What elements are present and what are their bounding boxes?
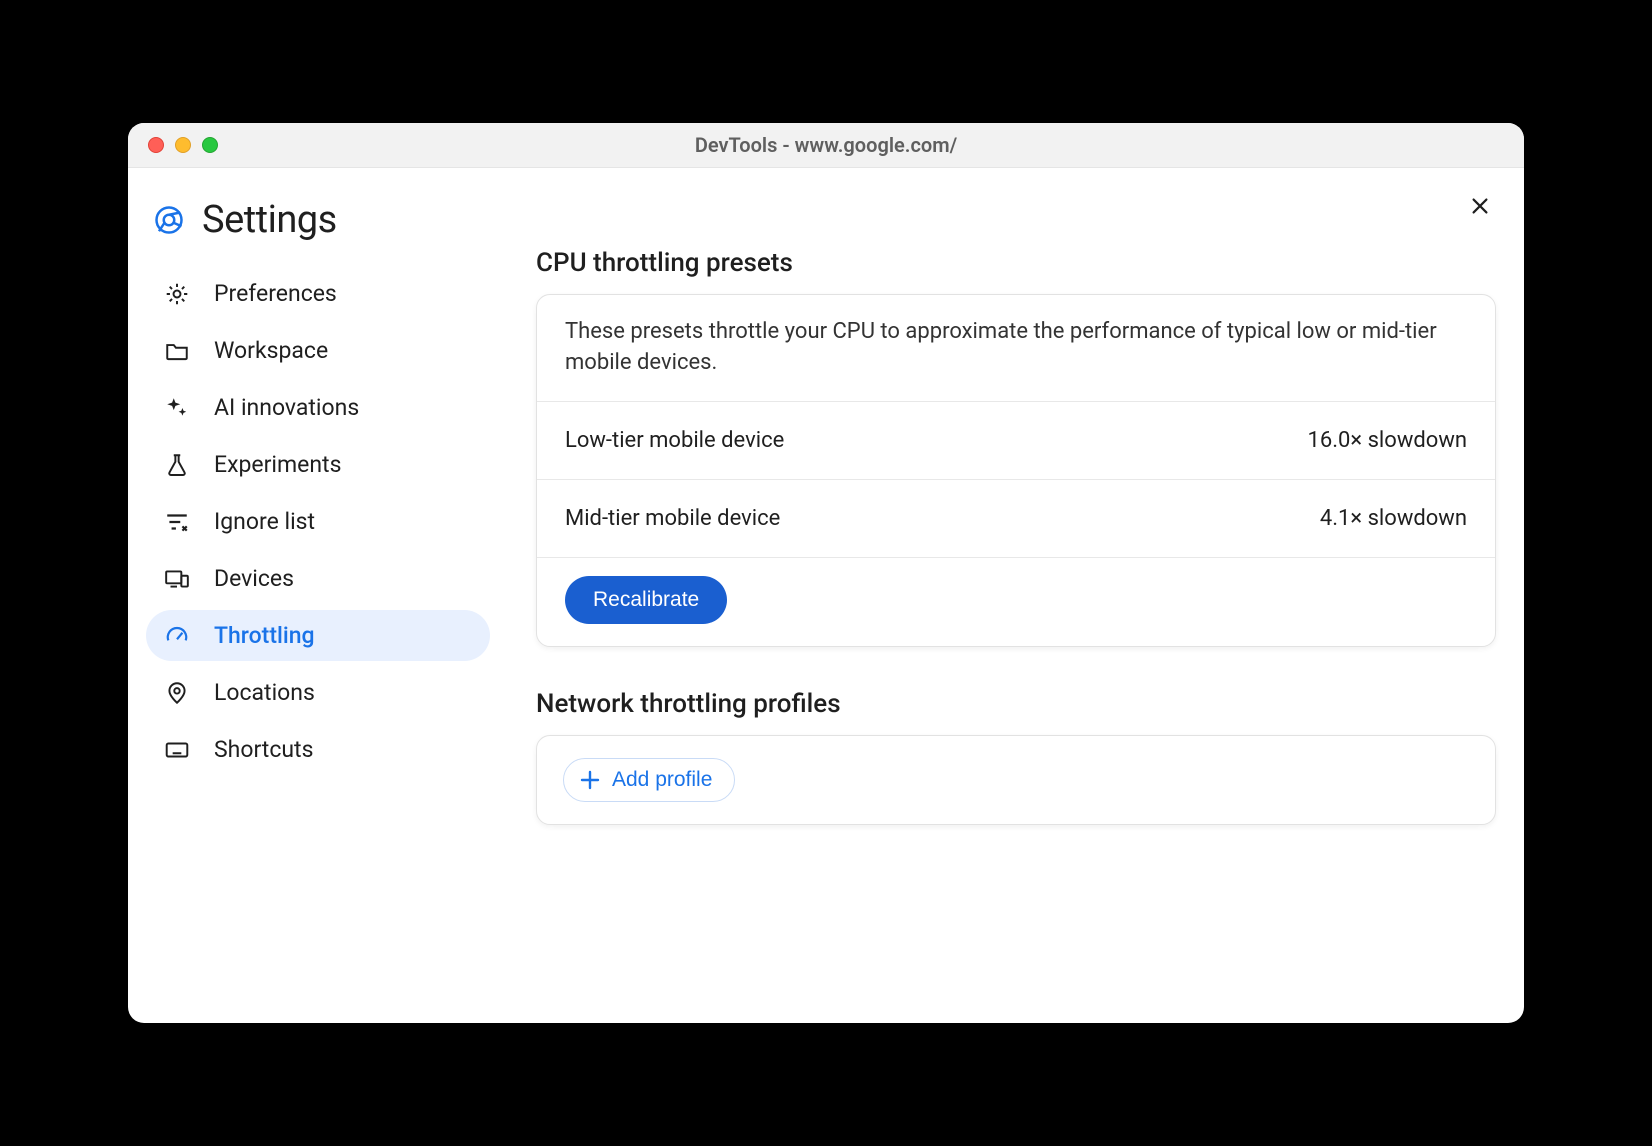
- cpu-section-title: CPU throttling presets: [536, 248, 1496, 278]
- location-pin-icon: [164, 680, 190, 706]
- flask-icon: [164, 452, 190, 478]
- sidebar-item-label: Shortcuts: [214, 736, 313, 763]
- sidebar-item-label: Ignore list: [214, 508, 315, 535]
- speedometer-icon: [164, 623, 190, 649]
- titlebar: DevTools - www.google.com/: [128, 123, 1524, 168]
- cpu-preset-value: 16.0× slowdown: [1307, 428, 1467, 453]
- settings-nav: Preferences Workspace AI innovations: [146, 268, 490, 775]
- filter-remove-icon: [164, 509, 190, 535]
- add-profile-button[interactable]: Add profile: [563, 758, 735, 802]
- sidebar-item-label: Locations: [214, 679, 315, 706]
- window-title: DevTools - www.google.com/: [128, 133, 1524, 157]
- cpu-preset-row: Mid-tier mobile device 4.1× slowdown: [537, 480, 1495, 558]
- network-card-body: Add profile: [537, 736, 1495, 824]
- settings-header: Settings: [146, 198, 490, 242]
- close-window-button[interactable]: [148, 137, 164, 153]
- network-profiles-card: Add profile: [536, 735, 1496, 825]
- devtools-settings-window: DevTools - www.google.com/ Settings Pref…: [128, 123, 1524, 1023]
- sparkle-icon: [164, 395, 190, 421]
- sidebar-item-label: Experiments: [214, 451, 341, 478]
- maximize-window-button[interactable]: [202, 137, 218, 153]
- cpu-preset-name: Low-tier mobile device: [565, 428, 784, 453]
- sidebar-item-label: Workspace: [214, 337, 328, 364]
- window-body: Settings Preferences Workspace: [128, 168, 1524, 1023]
- sidebar-item-label: Devices: [214, 565, 294, 592]
- cpu-preset-name: Mid-tier mobile device: [565, 506, 780, 531]
- sidebar-item-ai-innovations[interactable]: AI innovations: [146, 382, 490, 433]
- network-section-title: Network throttling profiles: [536, 689, 1496, 719]
- settings-main: CPU throttling presets These presets thr…: [508, 168, 1524, 1023]
- close-icon: [1469, 195, 1491, 217]
- gear-icon: [164, 281, 190, 307]
- sidebar-item-shortcuts[interactable]: Shortcuts: [146, 724, 490, 775]
- sidebar-item-devices[interactable]: Devices: [146, 553, 490, 604]
- sidebar-item-label: Preferences: [214, 280, 337, 307]
- plus-icon: [578, 768, 602, 792]
- cpu-presets-card: These presets throttle your CPU to appro…: [536, 294, 1496, 647]
- page-title: Settings: [202, 198, 337, 242]
- recalibrate-button[interactable]: Recalibrate: [565, 576, 727, 624]
- sidebar-item-locations[interactable]: Locations: [146, 667, 490, 718]
- sidebar-item-preferences[interactable]: Preferences: [146, 268, 490, 319]
- sidebar-item-throttling[interactable]: Throttling: [146, 610, 490, 661]
- folder-icon: [164, 338, 190, 364]
- sidebar-item-workspace[interactable]: Workspace: [146, 325, 490, 376]
- sidebar-item-label: AI innovations: [214, 394, 359, 421]
- minimize-window-button[interactable]: [175, 137, 191, 153]
- settings-sidebar: Settings Preferences Workspace: [128, 168, 508, 1023]
- cpu-preset-value: 4.1× slowdown: [1320, 506, 1467, 531]
- keyboard-icon: [164, 737, 190, 763]
- sidebar-item-experiments[interactable]: Experiments: [146, 439, 490, 490]
- window-controls: [148, 137, 218, 153]
- devices-icon: [164, 566, 190, 592]
- cpu-presets-description: These presets throttle your CPU to appro…: [537, 295, 1495, 402]
- cpu-card-footer: Recalibrate: [537, 558, 1495, 646]
- chrome-icon: [154, 205, 184, 235]
- sidebar-item-label: Throttling: [214, 622, 315, 649]
- add-profile-label: Add profile: [612, 768, 712, 792]
- cpu-preset-row: Low-tier mobile device 16.0× slowdown: [537, 402, 1495, 480]
- close-settings-button[interactable]: [1464, 190, 1496, 222]
- sidebar-item-ignore-list[interactable]: Ignore list: [146, 496, 490, 547]
